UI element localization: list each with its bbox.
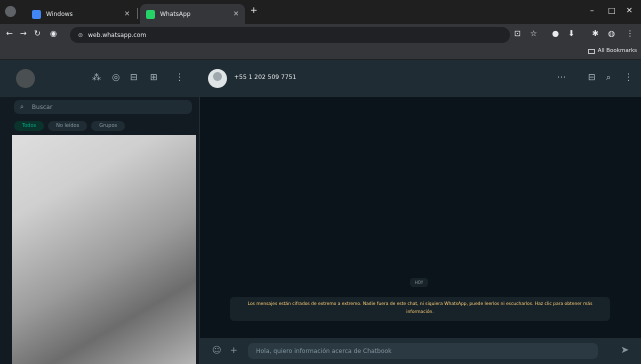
- encryption-notice[interactable]: Los mensajes están cifrados de extremo a…: [230, 297, 610, 321]
- conversation-panel: +55 1 202 509 7751 ⋯ ⊟ ⌕ ⋮ HOY Los mensa…: [200, 60, 641, 364]
- browser-profile-icon[interactable]: [5, 6, 16, 17]
- close-tab-icon[interactable]: ✕: [124, 10, 130, 18]
- new-tab-button[interactable]: +: [250, 6, 258, 16]
- tab-divider: [137, 8, 138, 19]
- communities-icon[interactable]: ⁂: [92, 73, 101, 83]
- address-bar[interactable]: ⊜ web.whatsapp.com: [70, 27, 510, 43]
- message-input[interactable]: Hola, quiero información acerca de Chatb…: [248, 343, 598, 359]
- conversation-menu-icon[interactable]: ⋮: [624, 73, 633, 83]
- search-chat-icon[interactable]: ⌕: [606, 73, 611, 83]
- filter-all[interactable]: Todos: [14, 121, 45, 131]
- channels-icon[interactable]: ⊟: [130, 73, 138, 83]
- filter-groups[interactable]: Grupos: [91, 121, 126, 131]
- site-info-icon[interactable]: ⊜: [78, 32, 83, 39]
- whatsapp-favicon-icon: [146, 9, 155, 19]
- all-bookmarks-button[interactable]: All Bookmarks: [587, 48, 637, 54]
- search-placeholder: Buscar: [31, 103, 53, 111]
- bookmarks-bar: All Bookmarks: [0, 46, 641, 60]
- extensions-icon[interactable]: ◉: [50, 29, 57, 38]
- url-text: web.whatsapp.com: [88, 31, 147, 39]
- close-tab-icon[interactable]: ✕: [233, 10, 239, 18]
- contact-avatar[interactable]: [208, 69, 227, 88]
- new-chat-icon[interactable]: ⊞: [150, 73, 158, 83]
- folder-icon: [587, 48, 595, 54]
- emoji-icon[interactable]: ☺: [212, 346, 221, 356]
- attach-icon[interactable]: +: [230, 346, 238, 356]
- send-icon[interactable]: ➤: [621, 345, 629, 356]
- extension-icon[interactable]: ●: [552, 29, 559, 38]
- minimize-window-icon[interactable]: –: [590, 6, 594, 15]
- menu-icon[interactable]: ⋮: [175, 73, 184, 83]
- browser-menu-icon[interactable]: ⋮: [626, 29, 634, 38]
- install-app-icon[interactable]: ⊡: [514, 29, 521, 38]
- download-icon[interactable]: ⬇: [568, 29, 575, 38]
- back-icon[interactable]: ←: [6, 29, 13, 38]
- tab-title: WhatsApp: [160, 10, 191, 18]
- search-input[interactable]: ⌕ Buscar: [14, 100, 192, 114]
- status-icon[interactable]: ◎: [112, 73, 120, 83]
- sidebar-header: ⁂ ◎ ⊟ ⊞ ⋮: [0, 60, 200, 97]
- video-call-icon[interactable]: ⊟: [588, 73, 596, 83]
- browser-tab-strip: Windows ✕ WhatsApp ✕ + – □ ✕: [0, 0, 641, 24]
- whatsapp-web: ⁂ ◎ ⊟ ⊞ ⋮ ⌕ Buscar Todos No leídos Grupo…: [0, 60, 641, 364]
- message-composer: ☺ + Hola, quiero información acerca de C…: [200, 338, 641, 364]
- message-input-text: Hola, quiero información acerca de Chatb…: [256, 347, 392, 355]
- call-icon[interactable]: ⋯: [557, 73, 566, 83]
- browser-tab-windows[interactable]: Windows ✕: [26, 4, 136, 24]
- windows-favicon-icon: [32, 9, 41, 19]
- forward-icon[interactable]: →: [20, 29, 27, 38]
- extension-puzzle-icon[interactable]: ✱: [592, 29, 599, 38]
- maximize-window-icon[interactable]: □: [608, 6, 616, 15]
- close-window-icon[interactable]: ✕: [626, 6, 633, 15]
- chat-list-panel: ⁂ ◎ ⊟ ⊞ ⋮ ⌕ Buscar Todos No leídos Grupo…: [0, 60, 200, 364]
- tab-title: Windows: [46, 10, 73, 18]
- browser-tab-whatsapp[interactable]: WhatsApp ✕: [140, 4, 245, 24]
- browser-toolbar: ← → ↻ ◉ ⊜ web.whatsapp.com ⊡ ☆ ● ⬇ ✱ ◍ ⋮: [0, 24, 641, 46]
- bookmark-star-icon[interactable]: ☆: [530, 29, 537, 38]
- reload-icon[interactable]: ↻: [34, 29, 41, 38]
- date-badge: HOY: [410, 278, 428, 287]
- search-icon: ⌕: [20, 102, 24, 111]
- contact-name[interactable]: +55 1 202 509 7751: [234, 74, 296, 81]
- my-profile-avatar[interactable]: [16, 69, 35, 88]
- all-bookmarks-label: All Bookmarks: [597, 48, 637, 54]
- profile-avatar-icon[interactable]: ◍: [608, 29, 615, 38]
- filter-unread[interactable]: No leídos: [48, 121, 88, 131]
- chat-filters: Todos No leídos Grupos: [14, 121, 126, 131]
- conversation-header[interactable]: +55 1 202 509 7751 ⋯ ⊟ ⌕ ⋮: [200, 60, 641, 97]
- blurred-chat-list: [12, 135, 196, 364]
